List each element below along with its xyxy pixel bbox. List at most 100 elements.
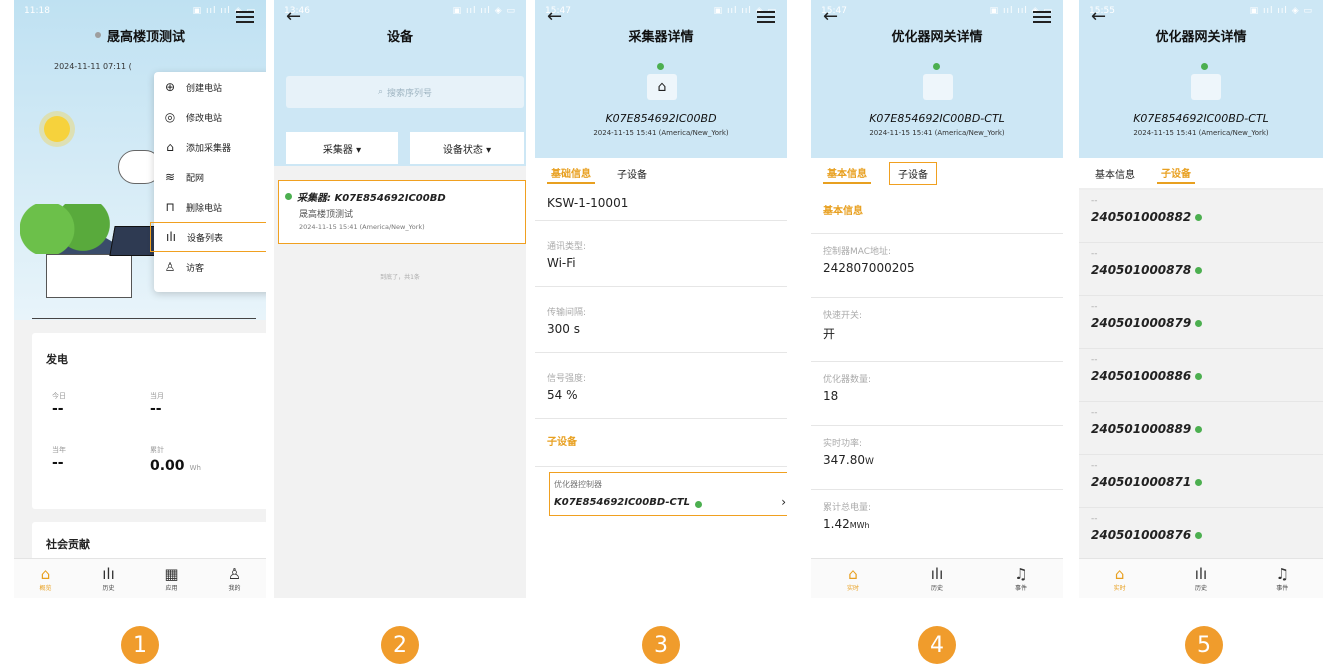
tab-basic-info[interactable]: 基础信息 xyxy=(547,163,595,184)
list-item[interactable]: -- 240501000879 xyxy=(1079,296,1323,349)
tab-sub-devices[interactable]: 子设备 xyxy=(889,161,937,185)
bell-icon: ♫ xyxy=(1014,564,1028,583)
ground-line xyxy=(32,318,256,319)
menu-item-create-plant[interactable]: ⊕ 创建电站 xyxy=(154,72,266,102)
list-item[interactable]: -- 240501000876 xyxy=(1079,508,1323,561)
basic-info-section-title: 基本信息 xyxy=(811,188,1063,234)
menu-item-network-config[interactable]: ≋ 配网 xyxy=(154,162,266,192)
menu-icon[interactable] xyxy=(236,11,254,23)
filter-status-dropdown[interactable]: 设备状态 ▾ xyxy=(410,132,524,164)
list-end-text: 到底了，共1条 xyxy=(380,274,420,281)
info-list: 基本信息 控制器MAC地址: 242807000205 快速开关: 开 优化器数量:… xyxy=(811,188,1063,554)
online-status-dot xyxy=(1195,214,1203,221)
tab-history[interactable]: ılı 历史 xyxy=(84,564,134,592)
menu-item-label: 设备列表 xyxy=(187,233,224,244)
search-placeholder: 搜索序列号 xyxy=(387,88,433,99)
tab-basic-info[interactable]: 基本信息 xyxy=(1091,164,1139,183)
tab-mine[interactable]: ♙ 我的 xyxy=(210,564,260,592)
home-icon: ⌂ xyxy=(40,564,51,583)
optimizer-name: -- xyxy=(1091,408,1098,418)
optimizer-name: -- xyxy=(1091,196,1098,206)
device-list-item[interactable]: 采集器: K07E854692IC00BD 晟高楼顶测试 2024-11-15 … xyxy=(278,180,526,244)
menu-item-label: 修改电站 xyxy=(186,113,223,124)
wifi-icon: ≋ xyxy=(164,170,176,184)
bottom-tab-bar: ⌂ 实时 ılı 历史 ♫ 事件 xyxy=(1079,558,1323,598)
settings-icon: ◎ xyxy=(164,110,176,124)
today-value: -- xyxy=(52,401,64,417)
device-time: 2024-11-15 15:41 (America/New_York) xyxy=(1133,129,1269,137)
interval-row: 传输间隔: 300 s xyxy=(535,287,787,353)
total-value-group: 0.00 Wh xyxy=(150,455,201,474)
bottom-tab-bar: ⌂ 概览 ılı 历史 ▦ 应用 ♙ 我的 xyxy=(14,558,266,598)
device-list-icon: ılı xyxy=(165,230,176,244)
signal-value: 54 % xyxy=(547,388,578,402)
tab-label: 历史 xyxy=(930,584,943,592)
tab-label: 概览 xyxy=(39,584,52,592)
step-badge-5: 5 xyxy=(1185,626,1223,664)
menu-item-delete-plant[interactable]: ⊓ 删除电站 xyxy=(154,192,266,222)
search-input[interactable]: ⌕ 搜索序列号 xyxy=(286,76,524,108)
tab-history[interactable]: ılı 历史 xyxy=(1176,564,1226,592)
optimizer-serial: 240501000889 xyxy=(1091,422,1192,436)
menu-item-edit-plant[interactable]: ◎ 修改电站 xyxy=(154,102,266,132)
apps-icon: ▦ xyxy=(164,564,179,583)
power-value-group: 347.80W xyxy=(823,449,1051,477)
optimizer-name: -- xyxy=(1091,355,1098,365)
menu-icon[interactable] xyxy=(1033,11,1051,23)
realtime-power-row: 实时功率: 347.80W xyxy=(811,426,1063,490)
tab-label: 实时 xyxy=(1113,584,1126,592)
screen-gateway-detail-basic: 15:47 ▣ ııl ııl ◈ ▭ ← 优化器网关详情 K07E854692I… xyxy=(811,0,1063,598)
sub-devices-section-title: 子设备 xyxy=(535,419,787,467)
tab-label: 应用 xyxy=(165,584,178,592)
plant-name[interactable]: 晟高楼顶测试 xyxy=(107,26,185,45)
tab-history[interactable]: ılı 历史 xyxy=(912,564,962,592)
list-item[interactable]: -- 240501000889 xyxy=(1079,402,1323,455)
plant-status-dot xyxy=(94,32,101,38)
list-item[interactable]: -- 240501000871 xyxy=(1079,455,1323,508)
history-icon: ılı xyxy=(930,564,944,583)
user-icon: ♙ xyxy=(227,564,242,583)
tab-basic-info[interactable]: 基本信息 xyxy=(823,163,871,184)
online-status-dot xyxy=(1195,373,1203,380)
tab-label: 历史 xyxy=(1194,584,1207,592)
step-badge-2: 2 xyxy=(381,626,419,664)
tab-label: 事件 xyxy=(1014,584,1027,592)
list-item[interactable]: -- 240501000882 xyxy=(1079,190,1323,243)
list-item[interactable]: -- 240501000886 xyxy=(1079,349,1323,402)
menu-item-device-list[interactable]: ılı 设备列表 xyxy=(150,222,266,252)
screen-plant-overview: 11:18 ▣ ııl ııl ◈ ▭ 晟高楼顶测试 2024-11-11 07:… xyxy=(14,0,266,598)
tab-sub-devices[interactable]: 子设备 xyxy=(613,164,651,183)
tab-realtime[interactable]: ⌂ 实时 xyxy=(1095,565,1145,592)
menu-item-label: 删除电站 xyxy=(186,203,223,214)
detail-tabs: 基本信息 子设备 xyxy=(811,158,1063,188)
menu-icon[interactable] xyxy=(757,11,775,23)
gateway-icon xyxy=(923,74,953,100)
tab-realtime[interactable]: ⌂ 实时 xyxy=(828,565,878,592)
card-title: 社会贡献 xyxy=(46,538,90,551)
history-icon: ılı xyxy=(102,564,115,583)
tab-events[interactable]: ♫ 事件 xyxy=(996,564,1046,592)
page-title: 设备 xyxy=(386,29,413,45)
tab-overview[interactable]: ⌂ 概览 xyxy=(21,564,71,592)
optimizer-serial-group: 240501000879 xyxy=(1091,312,1311,330)
online-status-dot xyxy=(1195,532,1203,539)
sub-device-item[interactable]: 优化器控制器 K07E854692IC00BD-CTL › xyxy=(549,472,787,516)
signal-label: 信号强度: xyxy=(547,374,587,384)
optimizer-name: -- xyxy=(1091,302,1098,312)
tab-events[interactable]: ♫ 事件 xyxy=(1257,565,1307,592)
history-icon: ılı xyxy=(1194,564,1208,583)
optimizer-serial-group: 240501000878 xyxy=(1091,259,1311,277)
count-value: 18 xyxy=(823,389,839,403)
filter-collector-dropdown[interactable]: 采集器 ▾ xyxy=(286,132,398,164)
tab-label: 我的 xyxy=(228,584,241,592)
menu-item-add-collector[interactable]: ⌂ 添加采集器 xyxy=(154,132,266,162)
tab-apps[interactable]: ▦ 应用 xyxy=(147,564,197,592)
energy-value: 1.42 xyxy=(823,517,850,531)
status-time: 11:18 xyxy=(24,6,50,16)
tab-sub-devices[interactable]: 子设备 xyxy=(1157,163,1195,184)
list-item[interactable]: -- 240501000878 xyxy=(1079,243,1323,296)
tab-label: 实时 xyxy=(846,584,859,592)
social-contribution-card: 社会贡献 xyxy=(32,522,266,562)
menu-item-visitor[interactable]: ♙ 访客 xyxy=(154,252,266,282)
power-generation-card: 发电 今日 -- 当月 -- 当年 -- 累計 0.00 Wh xyxy=(32,333,266,509)
